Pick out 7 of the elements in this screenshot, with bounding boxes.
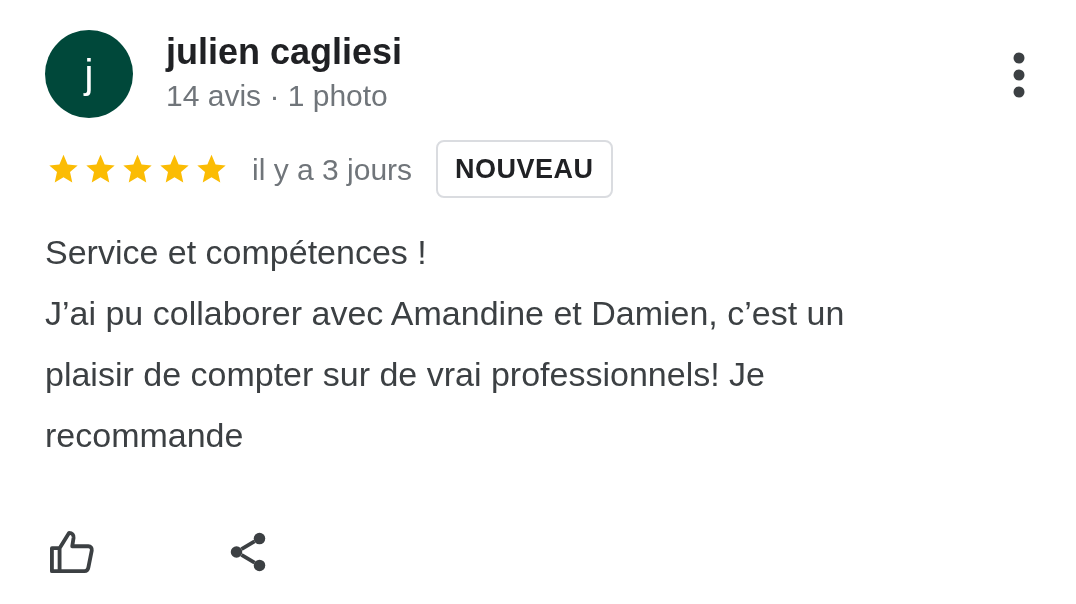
review-text: Service et compétences ! J’ai pu collaborer avec Amandine et Damien, c’est un plaisir de compter sur de vrai professionnels! Je recommande [44, 232, 846, 456]
more-options-icon[interactable] [1012, 52, 1026, 98]
avatar-initial: j [84, 51, 94, 98]
reviewer-name[interactable]: julien cagliesi [166, 32, 403, 72]
review-date: il y a 3 jours [252, 151, 413, 188]
reviewer-meta: 14 avis · 1 photo [166, 78, 389, 114]
new-badge: NOUVEAU [436, 140, 613, 198]
